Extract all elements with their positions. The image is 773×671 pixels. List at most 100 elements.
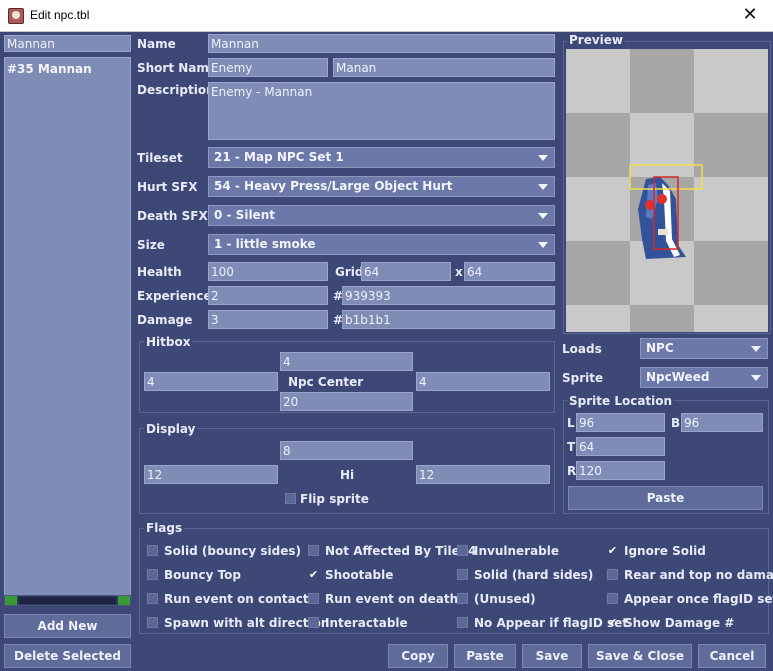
flag-label: Rear and top no damage (624, 568, 773, 582)
flag-label: (Unused) (474, 592, 536, 606)
flag-checkbox[interactable] (607, 569, 618, 580)
save-button[interactable]: Save (522, 644, 582, 668)
tileset-label: Tileset (137, 151, 183, 165)
hurt-sfx-label: Hurt SFX (137, 180, 198, 194)
chevron-down-icon (538, 242, 548, 248)
scroll-left-icon[interactable] (5, 596, 17, 605)
sprite-r-input[interactable]: 120 (576, 461, 665, 480)
hitbox-title: Hitbox (144, 335, 193, 349)
loads-label: Loads (562, 342, 602, 356)
display-top-input[interactable]: 8 (280, 441, 413, 460)
tileset-select[interactable]: 21 - Map NPC Set 1 (208, 147, 555, 168)
size-select[interactable]: 1 - little smoke (208, 234, 555, 255)
sprite-t-label: T (567, 440, 576, 454)
sprite-l-input[interactable]: 96 (576, 413, 665, 432)
sprite-t-input[interactable]: 64 (576, 437, 665, 456)
color-input-2[interactable]: b1b1b1 (342, 310, 555, 329)
flag-checkbox[interactable] (457, 569, 468, 580)
flag-checkbox[interactable] (147, 593, 158, 604)
flag-label: Not Affected By Tile44 (325, 544, 477, 558)
npc-list[interactable]: #35 Mannan (4, 57, 131, 606)
hitbox-top-input[interactable]: 4 (280, 352, 413, 371)
add-new-button[interactable]: Add New (4, 614, 131, 638)
flag-label: Ignore Solid (624, 544, 706, 558)
paste-button[interactable]: Paste (454, 644, 516, 668)
flip-sprite-label: Flip sprite (300, 492, 369, 506)
flag-checkbox[interactable] (147, 569, 158, 580)
flag-label: Run event on death (325, 592, 459, 606)
flag-label: Solid (bouncy sides) (164, 544, 302, 558)
hitbox-left-input[interactable]: 4 (144, 372, 278, 391)
flag-checkbox[interactable] (147, 617, 158, 628)
sprite-location-title: Sprite Location (567, 394, 675, 408)
flag-checkbox[interactable] (457, 617, 468, 628)
damage-input[interactable]: 3 (208, 310, 328, 329)
death-sfx-select[interactable]: 0 - Silent (208, 205, 555, 226)
hurt-sfx-value: 54 - Heavy Press/Large Object Hurt (214, 179, 453, 193)
scroll-thumb[interactable] (19, 597, 116, 604)
horizontal-scrollbar[interactable] (4, 595, 131, 606)
flag-checkbox[interactable] (308, 617, 319, 628)
size-label: Size (137, 238, 165, 252)
short-name-input-1[interactable]: Enemy (208, 58, 328, 77)
hitbox-center-label: Npc Center (288, 375, 364, 389)
chevron-down-icon (751, 346, 761, 352)
scroll-right-icon[interactable] (118, 596, 130, 605)
grid-label: Grid (335, 265, 364, 279)
loads-select[interactable]: NPC (640, 338, 768, 359)
short-name-input-2[interactable]: Manan (333, 58, 555, 77)
flag-label: Run event on contact (164, 592, 309, 606)
flags-title: Flags (144, 521, 185, 535)
health-input[interactable]: 100 (208, 262, 328, 281)
experience-input[interactable]: 2 (208, 286, 328, 305)
search-input[interactable]: Mannan (4, 35, 131, 52)
flag-label: Invulnerable (474, 544, 560, 558)
flag-checkbox[interactable] (308, 593, 319, 604)
flag-checkbox[interactable] (607, 593, 618, 604)
flag-checkbox[interactable]: ✔ (308, 569, 319, 580)
flag-checkbox[interactable]: ✔ (607, 617, 618, 628)
delete-selected-button[interactable]: Delete Selected (4, 644, 131, 668)
sprite-b-label: B (671, 416, 681, 430)
flip-sprite-checkbox[interactable] (285, 493, 296, 504)
flag-label: No Appear if flagID set (474, 616, 628, 630)
display-right-input[interactable]: 12 (416, 465, 550, 484)
copy-button[interactable]: Copy (388, 644, 448, 668)
description-input[interactable]: Enemy - Mannan (208, 82, 555, 140)
grid-separator: x (455, 265, 463, 279)
sprite-paste-button[interactable]: Paste (568, 486, 763, 510)
color-input-1[interactable]: 939393 (342, 286, 555, 305)
hitbox-right-input[interactable]: 4 (416, 372, 550, 391)
list-item[interactable]: #35 Mannan (5, 58, 130, 80)
app-icon (8, 8, 24, 24)
preview-canvas (566, 49, 768, 332)
display-title: Display (144, 422, 198, 436)
death-sfx-value: 0 - Silent (214, 208, 275, 222)
tileset-value: 21 - Map NPC Set 1 (214, 150, 344, 164)
death-sfx-label: Death SFX (137, 209, 208, 223)
name-input[interactable]: Mannan (208, 34, 555, 53)
display-left-input[interactable]: 12 (144, 465, 278, 484)
flag-checkbox[interactable] (457, 593, 468, 604)
save-close-button[interactable]: Save & Close (588, 644, 692, 668)
flag-label: Appear once flagID set (624, 592, 773, 606)
size-value: 1 - little smoke (214, 237, 316, 251)
sprite-b-input[interactable]: 96 (681, 413, 763, 432)
hurt-sfx-select[interactable]: 54 - Heavy Press/Large Object Hurt (208, 176, 555, 197)
sprite-select[interactable]: NpcWeed (640, 367, 768, 388)
grid-x-input[interactable]: 64 (361, 262, 451, 281)
sprite-value: NpcWeed (646, 370, 710, 384)
flag-checkbox[interactable]: ✔ (607, 545, 618, 556)
preview-title: Preview (567, 33, 626, 47)
close-icon[interactable]: ✕ (727, 0, 773, 32)
flag-checkbox[interactable] (308, 545, 319, 556)
description-label: Description (137, 83, 215, 97)
cancel-button[interactable]: Cancel (698, 644, 766, 668)
grid-y-input[interactable]: 64 (464, 262, 555, 281)
hitbox-bottom-input[interactable]: 20 (280, 392, 413, 411)
chevron-down-icon (538, 155, 548, 161)
chevron-down-icon (538, 213, 548, 219)
name-label: Name (137, 37, 176, 51)
flag-checkbox[interactable] (147, 545, 158, 556)
flag-checkbox[interactable] (457, 545, 468, 556)
